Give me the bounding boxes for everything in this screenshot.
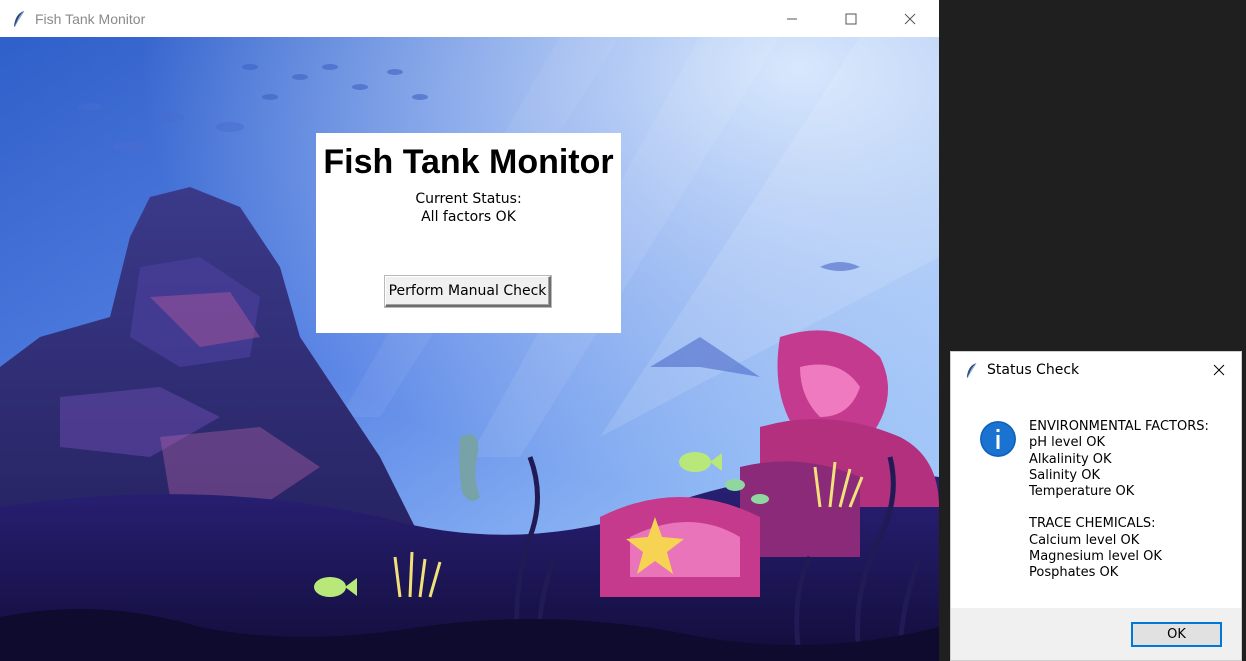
dialog-message: ENVIRONMENTAL FACTORS: pH level OK Alkal… [1029,419,1209,582]
dialog-title-bar[interactable]: Status Check [951,352,1241,388]
status-block: Current Status: All factors OK [316,190,621,226]
panel-heading: Fish Tank Monitor [323,143,614,181]
trace-line: Magnesium level OK [1029,549,1162,565]
desktop: Fish Tank Monitor Fish Tank Monitor Curr… [0,0,1246,661]
status-label: Current Status: [415,191,522,207]
monitor-panel: Fish Tank Monitor Current Status: All fa… [316,133,621,333]
trace-line: Calcium level OK [1029,532,1140,548]
environmental-line: Temperature OK [1029,484,1135,500]
feather-icon [14,10,25,27]
underwater-illustration [0,37,939,661]
trace-line: Posphates OK [1029,565,1119,581]
minimize-icon [786,18,797,19]
main-window: Fish Tank Monitor Fish Tank Monitor Curr… [0,0,939,661]
dialog-close-button[interactable] [1197,352,1241,388]
ok-button[interactable]: OK [1131,622,1222,647]
environmental-line: Alkalinity OK [1029,451,1112,467]
trace-header: TRACE CHEMICALS: [1029,516,1156,532]
window-title: Fish Tank Monitor [35,10,146,27]
feather-icon [966,362,977,378]
info-icon [980,421,1016,457]
close-icon [1213,364,1225,376]
title-bar[interactable]: Fish Tank Monitor [0,0,939,37]
dialog-footer: OK [951,608,1241,660]
window-controls [762,0,939,37]
minimize-button[interactable] [762,0,821,37]
maximize-icon [845,13,856,24]
status-value: All factors OK [421,209,516,225]
environmental-header: ENVIRONMENTAL FACTORS: [1029,419,1209,434]
close-button[interactable] [880,0,939,37]
environmental-line: Salinity OK [1029,467,1100,483]
underwater-background: Fish Tank Monitor Current Status: All fa… [0,37,939,661]
dialog-title: Status Check [987,362,1080,378]
status-check-dialog: Status Check ENVIRONMENTAL FACTORS: pH l… [950,351,1242,661]
maximize-button[interactable] [821,0,880,37]
environmental-line: pH level OK [1029,435,1105,451]
close-icon [904,13,915,24]
perform-manual-check-button[interactable]: Perform Manual Check [385,276,551,307]
